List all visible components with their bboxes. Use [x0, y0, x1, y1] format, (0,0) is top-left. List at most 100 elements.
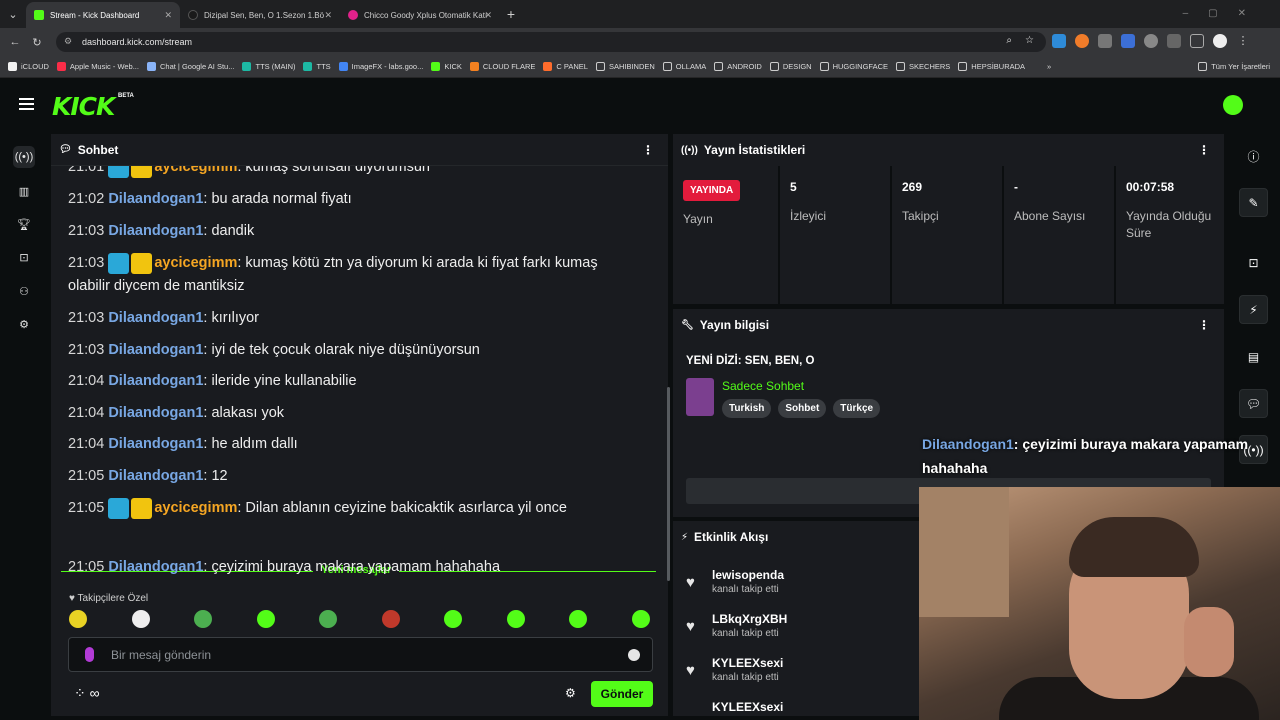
tab-kick-dashboard[interactable]: Stream - Kick Dashboard ✕	[26, 2, 180, 28]
capture-icon[interactable]: ⊡	[1239, 248, 1268, 277]
tab-search-button[interactable]: ⌄	[0, 8, 26, 21]
window-controls[interactable]: –▢✕	[1183, 8, 1266, 19]
tag[interactable]: Türkçe	[833, 399, 881, 418]
all-bookmarks-folder[interactable]: Tüm Yer İşaretleri	[1198, 62, 1270, 71]
category-link[interactable]: Sadece Sohbet	[722, 379, 804, 393]
capture-icon[interactable]: ⊡	[13, 246, 35, 268]
bookmark-item[interactable]: ImageFX - labs.goo...	[338, 62, 423, 71]
translate-extension-icon[interactable]	[1121, 34, 1135, 48]
tab-dizipal[interactable]: Dizipal Sen, Ben, O 1.Sezon 1.Bö ✕	[180, 2, 340, 28]
browser-menu-icon[interactable]: ⋮	[1236, 34, 1250, 48]
bookmark-item[interactable]: SAHIBINDEN	[595, 62, 655, 71]
emote-icon[interactable]	[69, 610, 87, 628]
message-username[interactable]: aycicegimm	[154, 500, 237, 516]
analytics-icon[interactable]: ▥	[13, 180, 35, 202]
stat-live: YAYINDA Yayın	[673, 166, 780, 304]
message-username[interactable]: Dilaandogan1	[108, 405, 203, 421]
message-username[interactable]: Dilaandogan1	[108, 559, 203, 575]
bookmark-item[interactable]: Apple Music - Web...	[56, 62, 139, 71]
url-input[interactable]: ⚙ dashboard.kick.com/stream ⌕ ☆	[56, 32, 1046, 52]
close-tab-icon[interactable]: ✕	[484, 10, 492, 21]
moderator-badge-icon	[108, 497, 130, 519]
bookmark-item[interactable]: TTS	[303, 62, 331, 71]
site-info-icon[interactable]: ⚙	[64, 36, 72, 47]
chat-scrollbar[interactable]	[667, 387, 670, 581]
back-button[interactable]: ←	[4, 36, 26, 48]
chat-settings-icon[interactable]: ⚙	[565, 686, 576, 700]
chat-options-icon[interactable]: ⋮	[642, 143, 654, 157]
settings-gear-icon[interactable]: ⚙	[13, 313, 35, 335]
emote-icon[interactable]	[256, 610, 275, 628]
tab-chicco[interactable]: Chicco Goody Xplus Otomatik Katı ✕	[340, 2, 500, 28]
stats-options-icon[interactable]: ⋮	[1198, 143, 1210, 157]
bookmark-item[interactable]: iCLOUD	[8, 62, 49, 71]
bookmark-item[interactable]: HUGGINGFACE	[819, 62, 888, 71]
lightning-icon[interactable]: ⚡︎	[1239, 295, 1268, 324]
hamburger-menu-icon[interactable]	[19, 98, 34, 110]
new-tab-button[interactable]: +	[500, 6, 522, 22]
tag[interactable]: Turkish	[722, 399, 772, 418]
message-username[interactable]: Dilaandogan1	[108, 342, 203, 358]
chat-message-input[interactable]: Bir mesaj gönderin	[68, 637, 653, 672]
message-username[interactable]: Dilaandogan1	[108, 468, 203, 484]
microphone-icon[interactable]	[85, 647, 94, 662]
emote-icon[interactable]	[506, 610, 525, 628]
chat-bubble-icon[interactable]: 💬︎	[1239, 389, 1268, 418]
bookmark-item[interactable]: C PANEL	[543, 62, 588, 71]
emote-icon[interactable]	[444, 610, 462, 628]
emote-icon[interactable]	[319, 610, 337, 628]
info-icon[interactable]: ⓘ	[1239, 142, 1268, 171]
kick-logo[interactable]: KICK	[52, 92, 115, 121]
puzzle-extensions-icon[interactable]	[1167, 34, 1181, 48]
chat-message: 21:01 aycicegimm: kumaş sorunsalı diyoru…	[68, 166, 430, 179]
message-username[interactable]: Dilaandogan1	[108, 223, 203, 239]
message-username[interactable]: Dilaandogan1	[108, 373, 203, 389]
bookmark-item[interactable]: CLOUD FLARE	[469, 62, 535, 71]
chat-panel: 💬︎ Sohbet ⋮ Yeni mesajlar 21:01 aycicegi…	[51, 134, 670, 716]
close-tab-icon[interactable]: ✕	[164, 10, 172, 21]
bookmark-item[interactable]: Chat | Google AI Stu...	[146, 62, 234, 71]
bookmark-item[interactable]: KICK	[431, 62, 462, 71]
message-text: he aldım dallı	[211, 436, 298, 452]
message-username[interactable]: Dilaandogan1	[108, 436, 203, 452]
emote-icon[interactable]	[631, 610, 650, 628]
message-username[interactable]: aycicegimm	[154, 255, 237, 271]
tag[interactable]: Sohbet	[778, 399, 827, 418]
profile-avatar[interactable]	[1213, 34, 1227, 48]
chat-points-icon[interactable]: ⁘ ∞	[74, 685, 100, 702]
emote-icon[interactable]	[381, 610, 400, 628]
message-username[interactable]: aycicegimm	[154, 166, 237, 175]
message-username[interactable]: Dilaandogan1	[108, 191, 203, 207]
extension-icon[interactable]	[1144, 34, 1158, 48]
trophy-icon[interactable]: 🏆︎	[13, 213, 35, 235]
bookmark-label: TTS	[316, 62, 331, 71]
media-controls-icon[interactable]	[1190, 34, 1204, 48]
notes-icon[interactable]: ▤	[1239, 342, 1268, 371]
emote-icon[interactable]	[131, 610, 150, 628]
extension-icon[interactable]	[1098, 34, 1112, 48]
bookmark-item[interactable]: OLLAMA	[662, 62, 706, 71]
zoom-icon[interactable]: ⌕	[1006, 35, 1012, 46]
users-icon[interactable]: ⚇	[13, 280, 35, 302]
bookmark-item[interactable]: TTS (MAIN)	[242, 62, 295, 71]
emoji-picker-icon[interactable]	[628, 649, 640, 661]
emote-icon[interactable]	[194, 610, 212, 628]
bookmarks-overflow-icon[interactable]: »	[1047, 62, 1051, 71]
extension-icon[interactable]	[1075, 34, 1089, 48]
stream-live-icon[interactable]: ((•))	[13, 146, 35, 168]
send-button[interactable]: Gönder	[591, 681, 653, 707]
stats-title: Yayın İstatistikleri	[703, 143, 806, 157]
extension-icon[interactable]	[1052, 34, 1066, 48]
emote-icon[interactable]	[569, 610, 587, 628]
message-username[interactable]: Dilaandogan1	[108, 310, 203, 326]
bookmark-star-icon[interactable]: ☆	[1025, 35, 1034, 46]
reload-button[interactable]: ↻	[26, 36, 48, 49]
kick-user-button[interactable]	[1223, 95, 1243, 115]
bookmark-item[interactable]: ANDROID	[714, 62, 762, 71]
edit-pencil-icon[interactable]: ✎	[1239, 188, 1268, 217]
bookmark-item[interactable]: DESIGN	[769, 62, 812, 71]
bookmark-item[interactable]: SKECHERS	[896, 62, 950, 71]
stream-info-options-icon[interactable]: ⋮	[1198, 318, 1210, 332]
bookmark-item[interactable]: HEPSİBURADA	[958, 62, 1025, 71]
close-tab-icon[interactable]: ✕	[324, 10, 332, 21]
